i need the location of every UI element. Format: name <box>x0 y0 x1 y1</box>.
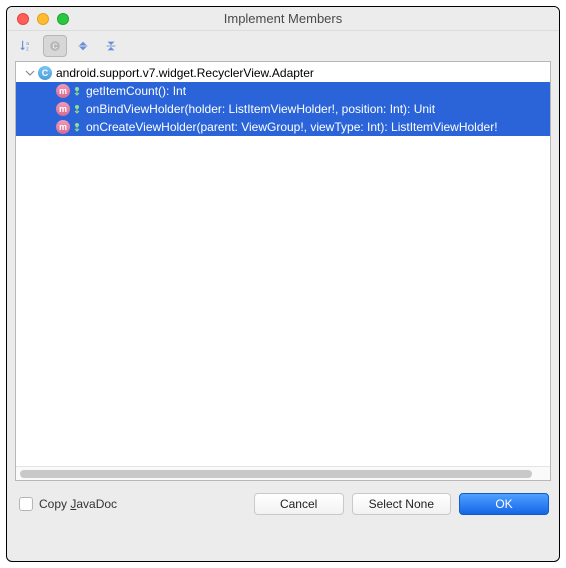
checkbox-icon[interactable] <box>19 497 33 511</box>
copy-javadoc-checkbox[interactable]: Copy JavaDoc <box>19 497 117 511</box>
collapse-all-icon <box>104 39 118 53</box>
expand-all-button[interactable] <box>71 35 95 57</box>
toolbar: a z C <box>7 31 559 61</box>
tree-member-label: getItemCount(): Int <box>86 84 186 98</box>
scrollbar-thumb[interactable] <box>20 470 532 478</box>
tree-parent-label: android.support.v7.widget.RecyclerView.A… <box>56 66 314 80</box>
collapse-all-button[interactable] <box>99 35 123 57</box>
group-by-class-button[interactable]: C <box>43 35 67 57</box>
class-icon: C <box>38 66 52 80</box>
override-icon <box>72 86 82 96</box>
method-icon: m <box>56 120 70 134</box>
select-none-label: Select None <box>369 497 434 511</box>
tree-member-row[interactable]: m onBindViewHolder(holder: ListItemViewH… <box>16 100 550 118</box>
dialog-window: Implement Members a z C <box>6 6 560 562</box>
member-tree: C android.support.v7.widget.RecyclerView… <box>15 61 551 481</box>
traffic-lights <box>7 13 69 25</box>
dialog-footer: Copy JavaDoc Cancel Select None OK <box>7 481 559 527</box>
horizontal-scrollbar[interactable] <box>16 466 550 480</box>
tree-member-label: onCreateViewHolder(parent: ViewGroup!, v… <box>86 120 498 134</box>
tree-parent-row[interactable]: C android.support.v7.widget.RecyclerView… <box>16 64 550 82</box>
tree-member-row[interactable]: m onCreateViewHolder(parent: ViewGroup!,… <box>16 118 550 136</box>
select-none-button[interactable]: Select None <box>352 493 451 515</box>
override-icon <box>72 122 82 132</box>
method-icon: m <box>56 84 70 98</box>
svg-text:C: C <box>52 44 57 51</box>
tree-member-row[interactable]: m getItemCount(): Int <box>16 82 550 100</box>
sort-alpha-icon: a z <box>20 39 34 53</box>
ok-button[interactable]: OK <box>459 493 549 515</box>
sort-alpha-button[interactable]: a z <box>15 35 39 57</box>
expand-all-icon <box>76 39 90 53</box>
override-icon <box>72 104 82 114</box>
minimize-icon[interactable] <box>37 13 49 25</box>
close-icon[interactable] <box>17 13 29 25</box>
group-by-class-icon: C <box>48 39 62 53</box>
tree-member-label: onBindViewHolder(holder: ListItemViewHol… <box>86 102 435 116</box>
cancel-button[interactable]: Cancel <box>254 493 344 515</box>
copy-javadoc-label: Copy JavaDoc <box>39 497 117 511</box>
ok-label: OK <box>495 497 512 511</box>
cancel-label: Cancel <box>280 497 317 511</box>
zoom-icon[interactable] <box>57 13 69 25</box>
method-icon: m <box>56 102 70 116</box>
tree-body[interactable]: C android.support.v7.widget.RecyclerView… <box>16 62 550 466</box>
chevron-down-icon[interactable] <box>24 68 36 78</box>
window-title: Implement Members <box>7 11 559 26</box>
svg-text:z: z <box>26 46 29 52</box>
titlebar: Implement Members <box>7 7 559 31</box>
